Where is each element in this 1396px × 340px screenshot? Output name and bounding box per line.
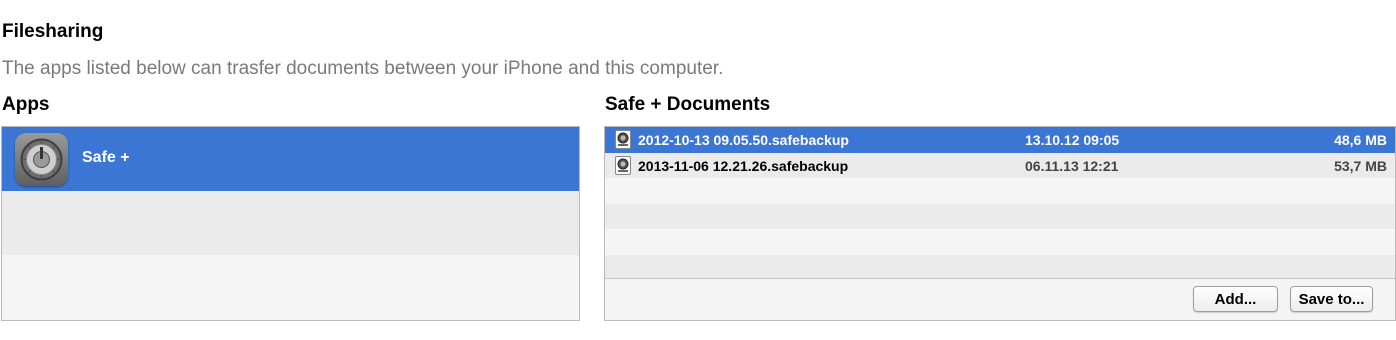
safebackup-file-icon: [615, 155, 631, 175]
page-title: Filesharing: [2, 21, 104, 42]
documents-list[interactable]: 2012-10-13 09.05.50.safebackup 13.10.12 …: [604, 126, 1396, 321]
document-date: 06.11.13 12:21: [1025, 157, 1119, 174]
document-size: 48,6 MB: [1334, 132, 1387, 148]
document-name: 2013-11-06 12.21.26.safebackup: [638, 157, 849, 174]
add-button[interactable]: Add...: [1193, 286, 1278, 312]
document-name: 2012-10-13 09.05.50.safebackup: [638, 132, 849, 148]
empty-row: [605, 178, 1395, 204]
empty-row: [2, 255, 579, 319]
page-subtitle: The apps listed below can trasfer docume…: [2, 58, 724, 79]
document-size: 53,7 MB: [1334, 157, 1387, 174]
document-row[interactable]: 2012-10-13 09.05.50.safebackup 13.10.12 …: [605, 127, 1395, 153]
document-date: 13.10.12 09:05: [1025, 132, 1120, 148]
safebackup-file-icon: [615, 130, 631, 149]
save-to-button[interactable]: Save to...: [1290, 286, 1373, 312]
documents-heading: Safe + Documents: [605, 94, 771, 115]
app-item-label: Safe +: [82, 149, 130, 166]
document-row[interactable]: 2013-11-06 12.21.26.safebackup 06.11.13 …: [605, 152, 1395, 178]
documents-footer: Add... Save to...: [605, 278, 1395, 320]
safe-icon: [15, 133, 68, 186]
empty-row: [605, 203, 1395, 229]
empty-row: [605, 254, 1395, 280]
empty-row: [2, 191, 579, 255]
empty-row: [605, 229, 1395, 255]
apps-list[interactable]: Safe +: [1, 126, 580, 321]
app-item-safe[interactable]: Safe +: [2, 127, 579, 191]
apps-heading: Apps: [2, 94, 50, 115]
